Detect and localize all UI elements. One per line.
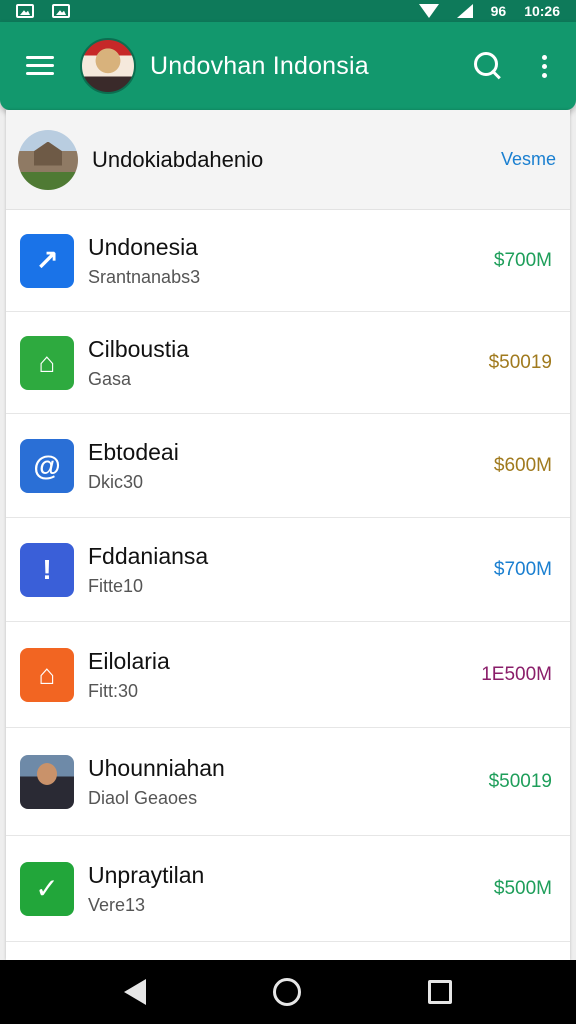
item-subtitle: Fitt:30 — [88, 680, 139, 701]
item-title: Fddaniansa — [88, 542, 209, 569]
item-subtitle: Dkic30 — [88, 471, 144, 492]
search-icon — [474, 52, 502, 80]
list-item[interactable]: ↗ Undonesia Srantnanabs3 $700M — [6, 210, 570, 312]
wifi-icon — [418, 4, 439, 18]
image-icon — [52, 4, 70, 18]
list-item[interactable]: ⌂ Eilolaria Fitt:30 1E500M — [6, 622, 570, 728]
item-subtitle: Vere13 — [88, 894, 146, 915]
item-price: 1E500M — [481, 663, 552, 685]
item-price: $700M — [493, 249, 552, 271]
home-outline-icon: ⌂ — [20, 335, 74, 390]
list-header[interactable]: Undokiabdahenio Vesme — [6, 110, 570, 210]
item-title: Uhounniahan — [88, 754, 225, 781]
chat-info-icon: ! — [20, 542, 74, 597]
house-icon: ⌂ — [20, 647, 74, 702]
app-bar: Undovhan Indonsia — [0, 22, 576, 110]
list-item[interactable]: @ Ebtodeai Dkic30 $600M — [6, 414, 570, 518]
item-subtitle: Fitte10 — [88, 575, 144, 596]
home-icon[interactable] — [272, 978, 301, 1006]
item-list: Undokiabdahenio Vesme ↗ Undonesia Srantnan… — [6, 110, 570, 960]
item-subtitle: Srantnanabs3 — [88, 266, 201, 287]
list-item[interactable]: Uhounniahan Diaol Geaoes $50019 — [6, 728, 570, 836]
item-price: $500M — [493, 877, 552, 899]
item-subtitle: Diaol Geaoes — [88, 787, 198, 808]
more-vert-icon — [541, 54, 547, 60]
signal-icon — [456, 4, 473, 18]
header-title: Undokiabdahenio — [92, 146, 264, 172]
item-title: Unpraytilan — [88, 861, 205, 888]
recents-icon[interactable] — [428, 980, 453, 1004]
hamburger-icon — [26, 56, 54, 76]
item-price: $700M — [493, 558, 552, 580]
item-price: $50019 — [488, 770, 552, 792]
menu-button[interactable] — [0, 22, 80, 110]
item-title: Undonesia — [88, 233, 198, 260]
person-photo-icon — [20, 754, 74, 809]
arrow-icon: ↗ — [20, 233, 74, 288]
battery-level: 96 — [490, 3, 507, 19]
overflow-menu-button[interactable] — [516, 38, 572, 94]
item-price: $50019 — [488, 351, 552, 373]
status-bar: 96 10:26 — [0, 0, 576, 22]
swirl-icon: @ — [20, 438, 74, 493]
item-subtitle: Gasa — [88, 368, 132, 389]
list-item[interactable]: ✓ Unpraytilan Vere13 $500M — [6, 836, 570, 942]
list-item[interactable]: ⌂ Cilboustia Gasa $50019 — [6, 312, 570, 414]
clock: 10:26 — [524, 3, 560, 19]
avatar[interactable] — [80, 38, 136, 94]
bird-icon: ✓ — [20, 861, 74, 916]
search-button[interactable] — [460, 38, 516, 94]
header-thumbnail — [18, 129, 78, 190]
header-action-link[interactable]: Vesme — [501, 149, 556, 170]
item-title: Eilolaria — [88, 647, 170, 674]
list-item[interactable]: ! Fddaniansa Fitte10 $700M — [6, 518, 570, 622]
item-title: Ebtodeai — [88, 438, 179, 465]
page-title: Undovhan Indonsia — [150, 51, 369, 80]
system-nav-bar — [0, 960, 576, 1024]
item-title: Cilboustia — [88, 335, 189, 362]
gallery-icon — [16, 4, 34, 18]
item-price: $600M — [493, 454, 552, 476]
back-icon[interactable] — [123, 979, 146, 1005]
